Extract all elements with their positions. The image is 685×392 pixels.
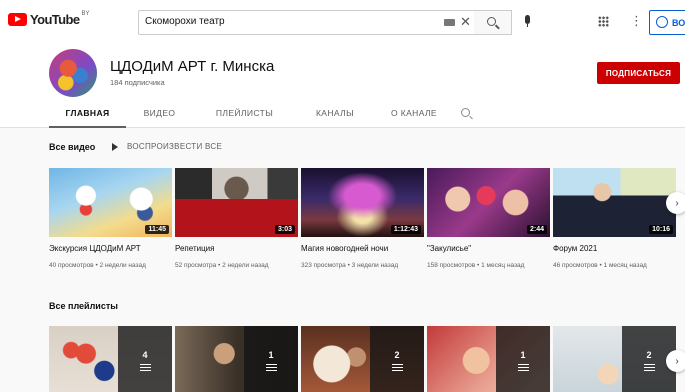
playlist-icon	[139, 364, 151, 371]
logo-text: YouTube	[30, 12, 80, 27]
video-meta: 52 просмотра • 2 недели назад	[175, 262, 269, 269]
videos-row: 11:45 Экскурсия ЦДОДиМ АРТ 40 просмотров…	[49, 168, 679, 269]
playlist-count: 4	[142, 350, 148, 360]
tab-about[interactable]: О КАНАЛЕ	[374, 102, 454, 128]
playlists-row: 4 1 2 1 2	[49, 326, 679, 392]
playlist-icon	[517, 364, 529, 371]
keyboard-icon[interactable]	[444, 19, 455, 26]
sign-in-button[interactable]: ВО	[649, 10, 685, 35]
playlist-count: 2	[394, 350, 400, 360]
video-title[interactable]: Форум 2021	[553, 244, 679, 253]
playlist-overlay: 1	[244, 326, 298, 392]
channel-avatar[interactable]	[49, 49, 97, 97]
search-button[interactable]	[474, 10, 512, 35]
video-meta: 46 просмотров • 1 месяц назад	[553, 262, 647, 269]
video-duration: 11:45	[145, 225, 169, 234]
close-icon[interactable]: ✕	[460, 14, 471, 30]
video-meta: 158 просмотров • 1 месяц назад	[427, 262, 525, 269]
chevron-right-icon: ›	[675, 197, 679, 209]
playlist-count: 1	[268, 350, 274, 360]
playlist-icon	[265, 364, 277, 371]
video-duration: 1:12:43	[390, 225, 421, 234]
playlist-thumbnail[interactable]: 4	[49, 326, 172, 392]
playlist-thumbnail[interactable]: 1	[175, 326, 298, 392]
play-all-label: ВОСПРОИЗВЕСТИ ВСЕ	[127, 142, 223, 151]
next-playlists-arrow[interactable]: ›	[666, 350, 685, 372]
playlist-count: 1	[520, 350, 526, 360]
video-card[interactable]: 10:16 Форум 2021 46 просмотров • 1 месяц…	[553, 168, 679, 269]
tab-channels[interactable]: КАНАЛЫ	[296, 102, 374, 128]
tab-playlists[interactable]: ПЛЕЙЛИСТЫ	[193, 102, 296, 128]
video-thumbnail[interactable]: 10:16	[553, 168, 676, 237]
playlist-overlay: 4	[118, 326, 172, 392]
video-title[interactable]: Магия новогодней ночи	[301, 244, 427, 253]
video-title[interactable]: Экскурсия ЦДОДиМ АРТ	[49, 244, 175, 253]
playlists-section-title[interactable]: Все плейлисты	[49, 301, 118, 311]
video-thumbnail[interactable]: 1:12:43	[301, 168, 424, 237]
playlist-thumbnail[interactable]: 2	[301, 326, 424, 392]
tab-home[interactable]: ГЛАВНАЯ	[49, 102, 126, 128]
video-duration: 10:16	[649, 225, 673, 234]
playlist-card[interactable]: 2	[301, 326, 427, 392]
tab-videos[interactable]: ВИДЕО	[126, 102, 193, 128]
channel-name: ЦДОДиМ АРТ г. Минска	[110, 58, 275, 75]
playlist-count: 2	[646, 350, 652, 360]
user-circle-icon	[656, 16, 668, 28]
video-card[interactable]: 1:12:43 Магия новогодней ночи 323 просмо…	[301, 168, 427, 269]
sign-in-label: ВО	[672, 18, 685, 28]
play-icon	[112, 142, 118, 151]
channel-search-icon[interactable]	[461, 108, 470, 117]
subscriber-count: 184 подписчика	[110, 78, 165, 87]
playlist-thumbnail[interactable]: 2	[553, 326, 676, 392]
video-title[interactable]: Репетиция	[175, 244, 301, 253]
channel-header: ЦДОДиМ АРТ г. Минска 184 подписчика ПОДП…	[0, 44, 685, 128]
microphone-icon[interactable]	[525, 15, 530, 27]
video-card[interactable]: 2:44 "Закулисье" 158 просмотров • 1 меся…	[427, 168, 553, 269]
search-icon	[487, 17, 496, 26]
video-thumbnail[interactable]: 3:03	[175, 168, 298, 237]
video-card[interactable]: 11:45 Экскурсия ЦДОДиМ АРТ 40 просмотров…	[49, 168, 175, 269]
playlist-card[interactable]: 2	[553, 326, 679, 392]
search-input[interactable]: Скоморохи театр ✕	[138, 10, 510, 35]
playlist-card[interactable]: 4	[49, 326, 175, 392]
playlist-icon	[391, 364, 403, 371]
video-thumbnail[interactable]: 11:45	[49, 168, 172, 237]
video-thumbnail[interactable]: 2:44	[427, 168, 550, 237]
chevron-right-icon: ›	[675, 355, 679, 367]
video-card[interactable]: 3:03 Репетиция 52 просмотра • 2 недели н…	[175, 168, 301, 269]
subscribe-button[interactable]: ПОДПИСАТЬСЯ	[597, 62, 680, 84]
video-meta: 40 просмотров • 2 недели назад	[49, 262, 146, 269]
playlist-overlay: 1	[496, 326, 550, 392]
video-duration: 3:03	[274, 225, 295, 234]
youtube-logo[interactable]: YouTube BY	[8, 10, 90, 27]
logo-region: BY	[81, 10, 90, 17]
playlist-card[interactable]: 1	[427, 326, 553, 392]
channel-tabs: ГЛАВНАЯ ВИДЕО ПЛЕЙЛИСТЫ КАНАЛЫ О КАНАЛЕ	[49, 102, 454, 128]
play-all-button[interactable]: ВОСПРОИЗВЕСТИ ВСЕ	[112, 142, 222, 151]
video-title[interactable]: "Закулисье"	[427, 244, 553, 253]
playlist-overlay: 2	[370, 326, 424, 392]
playlist-icon	[643, 364, 655, 371]
videos-section-title[interactable]: Все видео	[49, 142, 95, 152]
apps-grid-icon[interactable]	[598, 16, 609, 27]
search-query: Скоморохи театр	[145, 16, 225, 27]
more-vertical-icon[interactable]: ⋮	[630, 14, 643, 27]
playlist-thumbnail[interactable]: 1	[427, 326, 550, 392]
top-bar: YouTube BY Скоморохи театр ✕ ⋮ ВО	[0, 0, 685, 44]
playlist-card[interactable]: 1	[175, 326, 301, 392]
video-meta: 323 просмотра • 3 недели назад	[301, 262, 399, 269]
youtube-play-icon	[8, 13, 27, 26]
video-duration: 2:44	[526, 225, 547, 234]
next-videos-arrow[interactable]: ›	[666, 192, 685, 214]
